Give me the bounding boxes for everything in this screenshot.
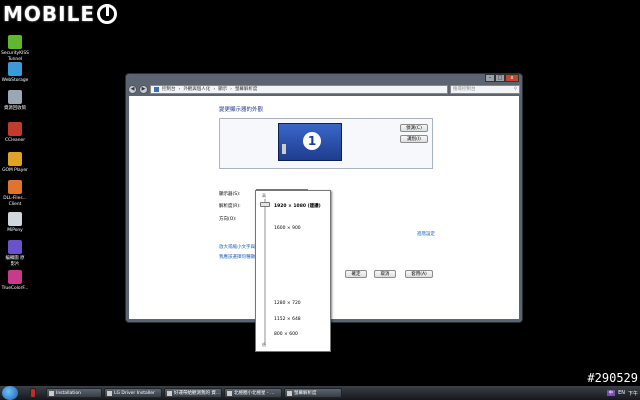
opera-taskbar-icon[interactable] [30, 388, 36, 398]
forward-button[interactable]: ▶ [139, 84, 148, 94]
taskbar-item-browser1[interactable]: 好運帶給觀測我的 資… [164, 388, 222, 398]
language-indicator[interactable]: EN [618, 390, 625, 396]
minimize-button[interactable]: – [485, 74, 495, 82]
dll-files-icon [8, 180, 22, 194]
desktop-icon-label: TrueColorF... [1, 286, 29, 291]
desktop-icon-label: DLL-Files... Client [3, 196, 27, 207]
window-controls: – □ x [485, 74, 519, 82]
desktop-icon-securitykiss[interactable]: SecurityKISS Tunnel [0, 35, 30, 62]
maximize-button[interactable]: □ [495, 74, 505, 82]
desktop-icon-truecolor[interactable]: TrueColorF... [0, 270, 30, 292]
video-editor-icon [8, 240, 22, 254]
monitor-tower-icon [282, 144, 286, 154]
taskbar-item-lg-driver[interactable]: LG Driver Installer [104, 388, 162, 398]
desktop-icon-label: SecurityKISS Tunnel [1, 51, 29, 62]
resolution-slider-thumb[interactable] [260, 202, 270, 207]
advanced-settings-link[interactable]: 進階設定 [417, 231, 435, 237]
mipony-icon [8, 212, 22, 226]
monitor-number: 1 [303, 132, 321, 150]
ime-indicator[interactable]: 中 [606, 390, 616, 396]
window-titlebar[interactable]: – □ x [126, 74, 522, 83]
gom-player-icon [8, 152, 22, 166]
securitykiss-icon [8, 35, 22, 49]
page-heading: 變更顯示器的外觀 [219, 107, 264, 113]
desktop-icon-gom-player[interactable]: GOM Player [0, 152, 30, 174]
ok-button[interactable]: 確定 [345, 270, 367, 278]
search-placeholder: 搜尋控制台 [453, 87, 476, 92]
desktop-icon-label: GOM Player [2, 168, 28, 173]
resolution-option[interactable]: 1152 × 648 [274, 317, 301, 322]
close-button[interactable]: x [505, 74, 519, 82]
resolution-dropdown: 高 1920 × 1080 (建議) 1600 × 900 1280 × 720… [255, 190, 331, 352]
search-icon: ⚲ [513, 86, 517, 92]
start-button[interactable] [2, 386, 18, 400]
app-icon [227, 390, 232, 396]
clock[interactable]: 下午 [628, 390, 638, 397]
apply-button[interactable]: 套用(A) [405, 270, 433, 278]
desktop-icon-label: WebStorage [1, 78, 29, 83]
desktop-icon-mipony[interactable]: MiPony [0, 212, 30, 234]
address-bar-row: ◀ ▶ 控制台 › 外觀與個人化 › 顯示 › 螢幕解析度 搜尋控制台 ⚲ [126, 83, 522, 95]
taskbar-item-browser2[interactable]: 北極圈小北極星 - … [224, 388, 282, 398]
breadcrumb-item[interactable]: 螢幕解析度 [235, 86, 258, 92]
ccleaner-icon [8, 122, 22, 136]
desktop-icon-video-editor[interactable]: 編輯圖 原 影片 [0, 240, 30, 267]
taskbar-item-installation[interactable]: Installation [46, 388, 102, 398]
app-icon [287, 390, 292, 396]
resolution-option[interactable]: 1280 × 720 [274, 301, 301, 306]
monitor-1[interactable]: 1 [278, 123, 342, 161]
resolution-label: 解析度(R): [219, 204, 241, 209]
desktop-icon-label: CCleaner [4, 138, 26, 143]
taskbar: Installation LG Driver Installer 好運帶給觀測我… [0, 386, 640, 400]
monitor-preview: 1 偵測(C) 識別(I) [219, 118, 433, 169]
desktop-icon-label: 資源回收筒 [4, 106, 26, 111]
back-button[interactable]: ◀ [128, 84, 137, 94]
cancel-button[interactable]: 取消 [374, 270, 396, 278]
logo-text: MOBILE [3, 2, 95, 26]
control-panel-icon [154, 86, 159, 92]
recycle-bin-icon [8, 90, 22, 104]
resolution-option[interactable]: 1600 × 900 [274, 226, 301, 231]
app-icon [107, 390, 112, 396]
app-icon [49, 390, 54, 396]
desktop-icon-recycle-bin[interactable]: 資源回收筒 [0, 90, 30, 112]
desktop-icon-label: 編輯圖 原 影片 [5, 256, 25, 267]
system-tray: 中 EN 下午 [606, 386, 640, 400]
detect-button[interactable]: 偵測(C) [400, 124, 428, 132]
breadcrumb-item[interactable]: 顯示 [218, 86, 227, 92]
app-icon [167, 390, 172, 396]
resolution-option[interactable]: 800 × 600 [274, 332, 298, 337]
desktop-icon-label: MiPony [7, 228, 23, 233]
webstorage-icon [8, 62, 22, 76]
mobile01-logo: MOBILE [3, 2, 117, 26]
resolution-option[interactable]: 1920 × 1080 (建議) [274, 203, 321, 209]
logo-ring-icon [97, 4, 117, 24]
desktop-icon-dll-files[interactable]: DLL-Files... Client [0, 180, 30, 207]
taskbar-item-screen-resolution[interactable]: 螢幕解析度 [284, 388, 342, 398]
breadcrumb-item[interactable]: 外觀與個人化 [183, 86, 210, 92]
address-bar[interactable]: 控制台 › 外觀與個人化 › 顯示 › 螢幕解析度 [150, 84, 448, 94]
slider-low-caption: 低 [262, 342, 266, 347]
identify-button[interactable]: 識別(I) [400, 135, 428, 143]
display-label: 顯示器(S): [219, 192, 241, 197]
image-id-badge: #290529 [587, 371, 638, 385]
truecolor-icon [8, 270, 22, 284]
desktop-icon-ccleaner[interactable]: CCleaner [0, 122, 30, 144]
orientation-label: 方向(O): [219, 217, 237, 222]
breadcrumb-item[interactable]: 控制台 [162, 86, 176, 92]
resolution-slider-track[interactable] [264, 199, 266, 345]
desktop-icon-webstorage[interactable]: WebStorage [0, 62, 30, 84]
search-input[interactable]: 搜尋控制台 ⚲ [450, 84, 520, 94]
